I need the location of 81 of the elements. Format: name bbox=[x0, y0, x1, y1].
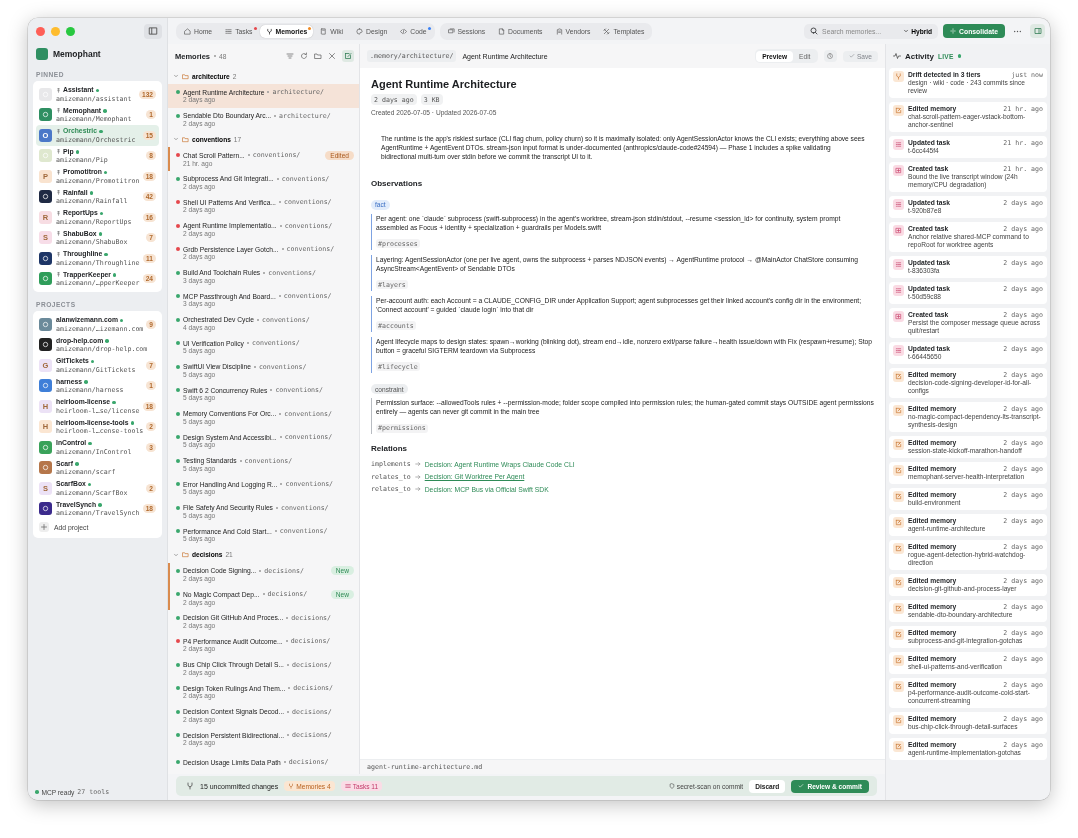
clock-icon bbox=[826, 52, 835, 60]
plus-icon bbox=[39, 522, 49, 532]
pin-icon bbox=[56, 210, 61, 216]
refresh-icon bbox=[300, 52, 308, 60]
check-icon bbox=[798, 783, 805, 789]
pin-icon bbox=[56, 272, 61, 278]
new-memory-button[interactable] bbox=[342, 50, 354, 62]
pin-icon bbox=[56, 251, 61, 257]
app-logo-icon bbox=[36, 48, 48, 60]
pin-icon bbox=[56, 149, 61, 155]
panel-title: Activity bbox=[905, 51, 934, 61]
folder-icon bbox=[182, 72, 189, 80]
branch-icon bbox=[186, 782, 194, 790]
arrow-icon bbox=[414, 473, 421, 480]
live-dot bbox=[957, 54, 962, 58]
pin-icon bbox=[56, 108, 61, 114]
folder-icon bbox=[314, 52, 322, 60]
chevron-icon bbox=[173, 551, 179, 558]
edit-icon bbox=[895, 467, 902, 474]
edit-icon bbox=[895, 407, 902, 414]
search-icon bbox=[810, 27, 819, 35]
folder-icon bbox=[182, 551, 189, 558]
pin-icon bbox=[56, 169, 61, 175]
status-dot bbox=[35, 790, 39, 794]
chevron-icon bbox=[903, 28, 910, 34]
edit-icon bbox=[895, 579, 902, 586]
branch-icon bbox=[288, 783, 295, 789]
windows-icon bbox=[447, 27, 455, 35]
edit-icon bbox=[895, 605, 902, 612]
checklist-icon bbox=[344, 783, 351, 789]
arrow-icon bbox=[414, 461, 421, 468]
panel-icon bbox=[1033, 27, 1042, 35]
edit-icon bbox=[895, 545, 902, 552]
edit-icon bbox=[895, 657, 902, 664]
pulse-icon bbox=[893, 52, 901, 60]
app-name: Memophant bbox=[53, 49, 101, 59]
house-icon bbox=[184, 27, 191, 35]
compose-icon bbox=[344, 52, 352, 60]
chevron-icon bbox=[173, 73, 179, 79]
checklist-icon bbox=[895, 261, 902, 268]
edit-icon bbox=[895, 717, 902, 724]
panel-toggle-button[interactable] bbox=[1030, 24, 1045, 38]
edit-icon bbox=[895, 441, 902, 448]
filter-icon bbox=[286, 52, 294, 60]
edit-icon bbox=[895, 493, 902, 500]
checklist-icon bbox=[895, 201, 902, 208]
edit-icon bbox=[895, 519, 902, 526]
filter-button[interactable] bbox=[286, 52, 294, 60]
pin-icon bbox=[56, 128, 61, 134]
edit-icon bbox=[895, 743, 902, 750]
folder-button[interactable] bbox=[314, 52, 322, 60]
branch-icon bbox=[265, 27, 273, 35]
checklist-icon bbox=[895, 347, 902, 354]
arrow-icon bbox=[414, 486, 421, 493]
pin-icon bbox=[56, 190, 61, 196]
checklist-icon bbox=[225, 27, 233, 35]
zoom-button[interactable] bbox=[66, 26, 75, 36]
shield-icon bbox=[668, 783, 675, 789]
refresh-button[interactable] bbox=[300, 52, 308, 60]
pin-icon bbox=[56, 231, 61, 237]
edit-icon bbox=[895, 107, 902, 114]
section-heading: Relations bbox=[371, 444, 408, 453]
edit-icon bbox=[895, 373, 902, 380]
check-icon bbox=[848, 53, 855, 59]
edit-icon bbox=[895, 631, 902, 638]
pin-icon bbox=[56, 87, 61, 93]
checklist-icon bbox=[895, 287, 902, 294]
branch-icon bbox=[895, 73, 902, 80]
sidebar-icon bbox=[148, 26, 158, 36]
document-title: Agent Runtime Architecture bbox=[371, 78, 518, 90]
history-button[interactable] bbox=[823, 50, 837, 62]
section-heading: Observations bbox=[371, 179, 424, 188]
edit-icon bbox=[895, 683, 902, 690]
chevron-icon bbox=[173, 136, 179, 142]
sidebar-toggle-button[interactable] bbox=[144, 23, 162, 39]
checklist-icon bbox=[895, 141, 902, 148]
book-icon bbox=[320, 27, 328, 35]
close-button[interactable] bbox=[36, 26, 45, 36]
document-icon bbox=[498, 27, 506, 35]
folder-icon bbox=[182, 135, 189, 143]
code-icon bbox=[400, 27, 408, 35]
